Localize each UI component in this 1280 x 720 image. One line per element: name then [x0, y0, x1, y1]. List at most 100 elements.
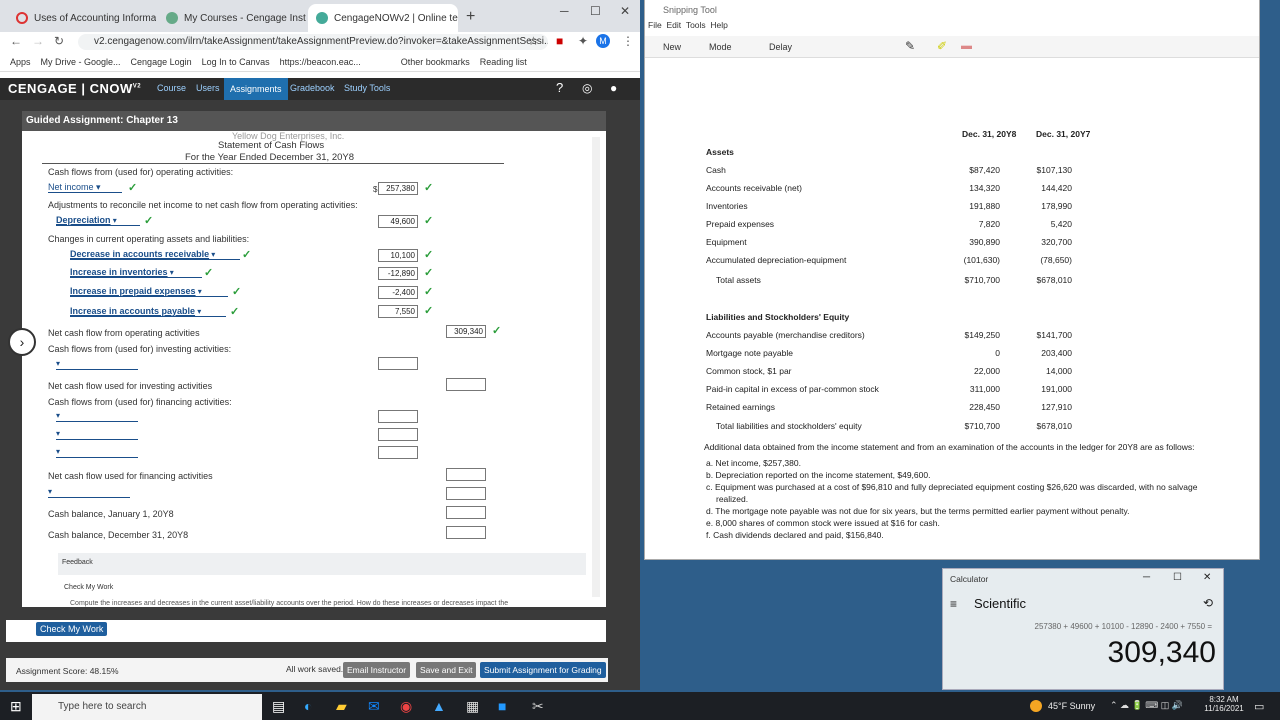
item-input-0[interactable]: 10,100	[378, 249, 418, 262]
mode-button[interactable]: Mode	[709, 42, 732, 52]
star-icon[interactable]: ☆	[528, 34, 539, 48]
item-input-3[interactable]: 7,550	[378, 305, 418, 318]
next-arrow-icon[interactable]: ›	[8, 328, 36, 356]
headset-icon[interactable]: ◎	[582, 81, 592, 95]
email-instructor-button[interactable]: Email Instructor	[343, 662, 411, 678]
profile-avatar[interactable]: M	[596, 34, 610, 48]
new-button[interactable]: New	[663, 42, 681, 52]
back-icon[interactable]: ←	[10, 34, 22, 48]
cash-jan-input[interactable]	[446, 506, 486, 519]
reload-icon[interactable]: ↻	[54, 34, 64, 48]
windows-start-icon[interactable]: ⊞	[10, 698, 22, 715]
menu-help[interactable]: Help	[710, 20, 727, 30]
file-explorer-icon[interactable]: ▰	[336, 698, 347, 715]
menu-dots-icon[interactable]: ⋮	[622, 34, 634, 48]
tab-accounting[interactable]: Uses of Accounting Informatic✕	[8, 4, 156, 32]
tab-favicon-icon	[16, 12, 28, 24]
tab-my-courses[interactable]: My Courses - Cengage Instruc✕	[158, 4, 306, 32]
user-icon[interactable]: ●	[610, 81, 617, 95]
snipping-icon[interactable]: ✂	[532, 698, 544, 715]
check-my-work-button[interactable]: Check My Work	[36, 622, 108, 636]
nav-users[interactable]: Users	[196, 83, 220, 93]
bs-value-2017: (78,650)	[1040, 255, 1072, 265]
depreciation-input[interactable]: 49,600	[378, 215, 418, 228]
notifications-icon[interactable]: ▭	[1254, 700, 1264, 713]
net-income-input[interactable]: 257,380	[378, 182, 418, 195]
fin-select-3[interactable]: ▾	[56, 447, 138, 458]
feedback-check-my-work[interactable]: Check My Work	[64, 584, 113, 591]
tab-cengagenow[interactable]: CengageNOWv2 | Online teac✕	[308, 4, 458, 32]
fin-select-1[interactable]: ▾	[56, 411, 138, 422]
forward-icon[interactable]: →	[32, 34, 44, 48]
clock[interactable]: 8:32 AM 11/16/2021	[1204, 695, 1244, 713]
minimize-icon[interactable]: ─	[1143, 572, 1150, 583]
net-inv-input[interactable]	[446, 378, 486, 391]
task-view-icon[interactable]: ▤	[272, 698, 285, 715]
fin-select-2[interactable]: ▾	[56, 429, 138, 440]
net-income-select[interactable]: Net income ▾	[48, 182, 122, 193]
highlighter-icon[interactable]: ✐	[937, 39, 947, 53]
url-input[interactable]: v2.cengagenow.com/ilrn/takeAssignment/ta…	[78, 34, 548, 50]
menu-tools[interactable]: Tools	[686, 20, 706, 30]
extensions-icon[interactable]: ✦	[578, 34, 588, 48]
inv-select[interactable]: ▾	[56, 359, 138, 370]
net-op-input[interactable]: 309,340	[446, 325, 486, 338]
item-input-1[interactable]: -12,890	[378, 267, 418, 280]
item-select-3[interactable]: Increase in accounts payable ▾	[70, 306, 226, 317]
menu-edit[interactable]: Edit	[666, 20, 681, 30]
bookmark-beacon[interactable]: https://beacon.eac...	[280, 57, 361, 67]
nav-assignments[interactable]: Assignments	[224, 78, 288, 100]
photos-icon[interactable]: ▲	[432, 698, 446, 714]
item-input-2[interactable]: -2,400	[378, 286, 418, 299]
nav-study-tools[interactable]: Study Tools	[344, 83, 390, 93]
new-tab-icon[interactable]: +	[466, 8, 475, 26]
outlook-icon[interactable]: ✉	[368, 698, 380, 715]
content-scrollbar[interactable]	[592, 137, 600, 597]
maximize-icon[interactable]: ☐	[1173, 572, 1182, 583]
bookmark-drive[interactable]: My Drive - Google...	[41, 57, 121, 67]
hamburger-icon[interactable]: ≡	[950, 597, 957, 611]
fin-input-1[interactable]	[378, 410, 418, 423]
inv-input[interactable]	[378, 357, 418, 370]
nav-gradebook[interactable]: Gradebook	[290, 83, 335, 93]
net-change-select[interactable]: ▾	[48, 487, 130, 498]
bs-value-2017: 5,420	[1050, 219, 1072, 229]
item-select-2[interactable]: Increase in prepaid expenses ▾	[70, 286, 228, 297]
delay-button[interactable]: Delay	[769, 42, 792, 52]
nav-course[interactable]: Course	[157, 83, 186, 93]
bookmark-other[interactable]: Other bookmarks	[401, 57, 470, 67]
calculator-icon[interactable]: ▦	[466, 698, 479, 715]
cash-dec-input[interactable]	[446, 526, 486, 539]
weather-text[interactable]: 45°F Sunny	[1048, 701, 1095, 711]
chrome-icon[interactable]: ◉	[400, 698, 412, 715]
item-select-0[interactable]: Decrease in accounts receivable ▾	[70, 249, 240, 260]
tray-icons[interactable]: ⌃ ☁ 🔋 ⌨ ◫ 🔊	[1110, 700, 1183, 711]
net-change-input[interactable]	[446, 487, 486, 500]
history-icon[interactable]: ⟲	[1203, 596, 1213, 610]
close-icon[interactable]: ✕	[1203, 572, 1211, 583]
menu-file[interactable]: File	[648, 20, 662, 30]
minimize-icon[interactable]: ─	[560, 4, 569, 18]
zoom-icon[interactable]: ■	[498, 698, 506, 714]
bookmark-reading-list[interactable]: Reading list	[480, 57, 527, 67]
fin-input-3[interactable]	[378, 446, 418, 459]
submit-button[interactable]: Submit Assignment for Grading	[480, 662, 606, 678]
taskbar-search[interactable]: Type here to search	[32, 694, 262, 720]
close-window-icon[interactable]: ✕	[620, 4, 630, 18]
bookmark-cengage[interactable]: Cengage Login	[131, 57, 192, 67]
maximize-icon[interactable]: ☐	[590, 4, 601, 18]
bookmark-apps[interactable]: Apps	[10, 57, 31, 67]
eraser-icon[interactable]: ▬	[961, 40, 972, 52]
feedback-panel[interactable]: Feedback	[58, 553, 586, 575]
help-icon[interactable]: ?	[556, 80, 563, 95]
fin-heading: Cash flows from (used for) financing act…	[48, 397, 232, 407]
item-select-1[interactable]: Increase in inventories ▾	[70, 267, 202, 278]
save-exit-button[interactable]: Save and Exit	[416, 662, 477, 678]
pdf-extension-icon[interactable]: ■	[556, 34, 563, 48]
pen-icon[interactable]: ✎	[905, 39, 915, 53]
depreciation-select[interactable]: Depreciation ▾	[56, 215, 140, 226]
net-fin-input[interactable]	[446, 468, 486, 481]
fin-input-2[interactable]	[378, 428, 418, 441]
edge-icon[interactable]: ◐	[304, 698, 312, 714]
bookmark-canvas[interactable]: Log In to Canvas	[202, 57, 270, 67]
